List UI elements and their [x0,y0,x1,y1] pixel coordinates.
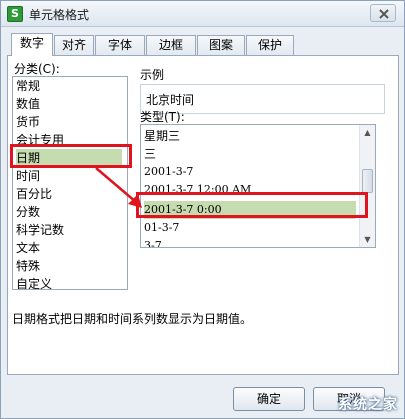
category-item-currency[interactable]: 货币 [16,113,40,131]
tab-alignment[interactable]: 对齐 [54,35,94,55]
type-label: 类型(T): [140,110,185,124]
sample-label: 示例 [140,68,165,82]
tab-font[interactable]: 字体 [95,35,145,55]
tab-protection[interactable]: 保护 [246,35,294,55]
ok-button[interactable]: 确定 [233,387,305,411]
title-bar: S 单元格格式 [1,1,404,27]
tab-border[interactable]: 边框 [146,35,196,55]
category-item-scientific[interactable]: 科学记数 [16,221,64,239]
app-icon: S [7,6,23,22]
category-item-custom[interactable]: 自定义 [16,275,52,289]
type-item-short-date[interactable]: 01-3-7 [144,219,356,237]
category-item-general[interactable]: 常规 [16,77,40,95]
category-item-special[interactable]: 特殊 [16,257,40,275]
sample-value: 北京时间 [146,93,195,107]
type-item-month-day[interactable]: 3-7 [144,237,356,247]
annotation-arrow-icon [95,167,142,208]
category-item-text[interactable]: 文本 [16,239,40,257]
tab-pattern[interactable]: 图案 [197,35,245,55]
category-item-time[interactable]: 时间 [16,167,40,185]
sample-group: 示例 北京时间 [140,66,390,114]
scroll-up-icon[interactable]: ▲ [362,127,373,138]
type-item-date[interactable]: 2001-3-7 [144,163,356,181]
category-item-percentage[interactable]: 百分比 [16,185,52,203]
type-highlight-box [136,192,368,218]
window-title: 单元格格式 [29,8,90,22]
type-item-weekday[interactable]: 星期三 [144,127,356,145]
close-icon [379,9,389,19]
category-item-number[interactable]: 数值 [16,95,40,113]
close-button[interactable] [370,4,396,22]
type-item-weekday-short[interactable]: 三 [144,145,356,163]
cell-format-dialog: S 单元格格式 数字 对齐 字体 边框 图案 保护 分类(C): 常规 数值 货… [0,0,405,419]
scroll-down-icon[interactable]: ▼ [362,234,373,245]
scroll-thumb[interactable] [362,169,373,193]
type-list[interactable]: 星期三 三 2001-3-7 2001-3-7 12:00 AM 2001-3-… [140,124,376,248]
category-item-fraction[interactable]: 分数 [16,203,40,221]
number-tab-panel: 分类(C): 常规 数值 货币 会计专用 日期 时间 百分比 分数 科学记数 文… [7,55,399,375]
category-label: 分类(C): [14,62,60,76]
tab-number[interactable]: 数字 [11,33,53,56]
description-text: 日期格式把日期和时间系列数显示为日期值。 [12,312,253,326]
watermark-logo: 系统之家 [338,397,398,413]
type-list-scrollbar[interactable]: ▲ ▼ [359,125,375,247]
